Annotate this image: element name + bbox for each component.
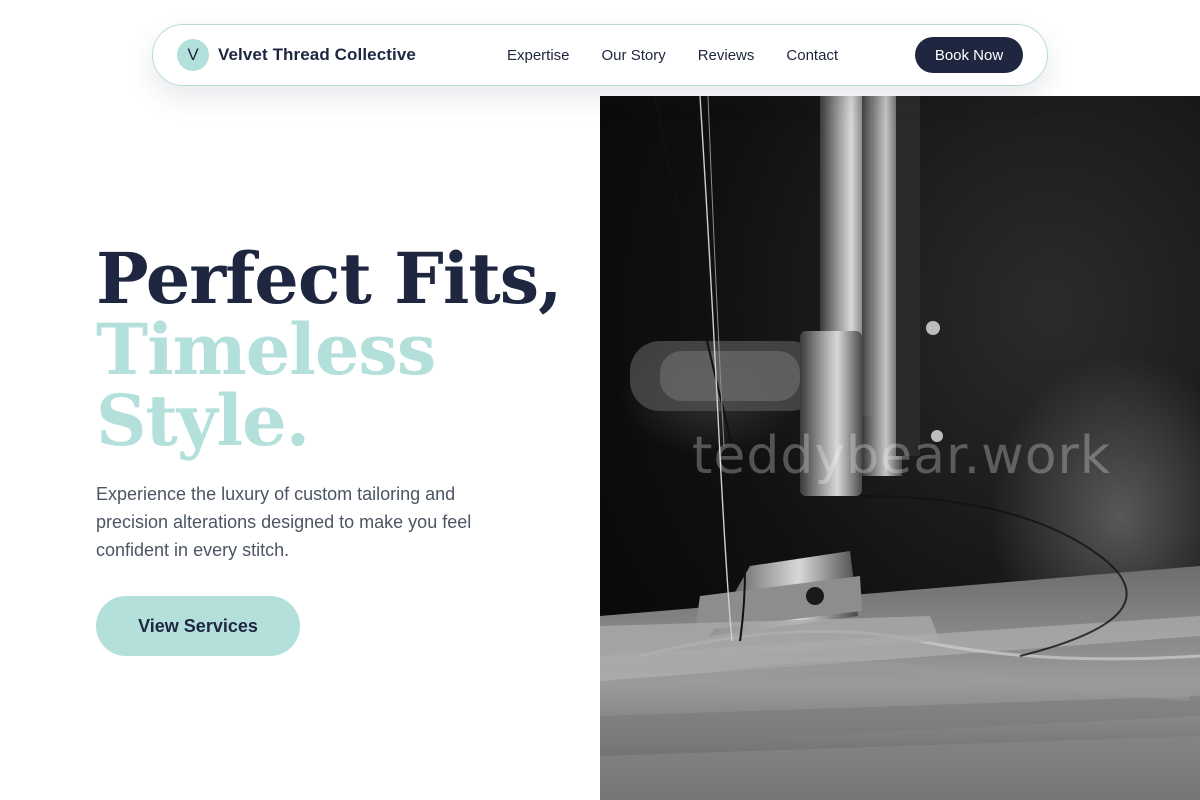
hero-description: Experience the luxury of custom tailorin… — [96, 484, 472, 560]
top-navigation: V Velvet Thread Collective Expertise Our… — [152, 24, 1048, 86]
logo-badge: V — [177, 39, 209, 71]
brand[interactable]: V Velvet Thread Collective — [177, 39, 416, 71]
hero-image-sewing-machine: teddybear.work — [600, 96, 1200, 800]
nav-links: Expertise Our Story Reviews Contact — [507, 47, 838, 64]
nav-link-contact[interactable]: Contact — [786, 47, 838, 64]
book-now-button[interactable]: Book Now — [915, 37, 1023, 73]
hero-title: Perfect Fits, Timeless Style. — [96, 243, 576, 456]
view-services-button[interactable]: View Services — [96, 596, 300, 656]
nav-link-expertise[interactable]: Expertise — [507, 47, 570, 64]
hero-title-line-2: Timeless — [96, 308, 436, 391]
hero-title-line-1: Perfect Fits, — [96, 237, 563, 320]
brand-name: Velvet Thread Collective — [218, 45, 416, 64]
hero-title-line-3: Style. — [96, 379, 310, 462]
watermark-text: teddybear.work — [692, 426, 1112, 486]
nav-link-our-story[interactable]: Our Story — [602, 47, 666, 64]
nav-link-reviews[interactable]: Reviews — [698, 47, 755, 64]
